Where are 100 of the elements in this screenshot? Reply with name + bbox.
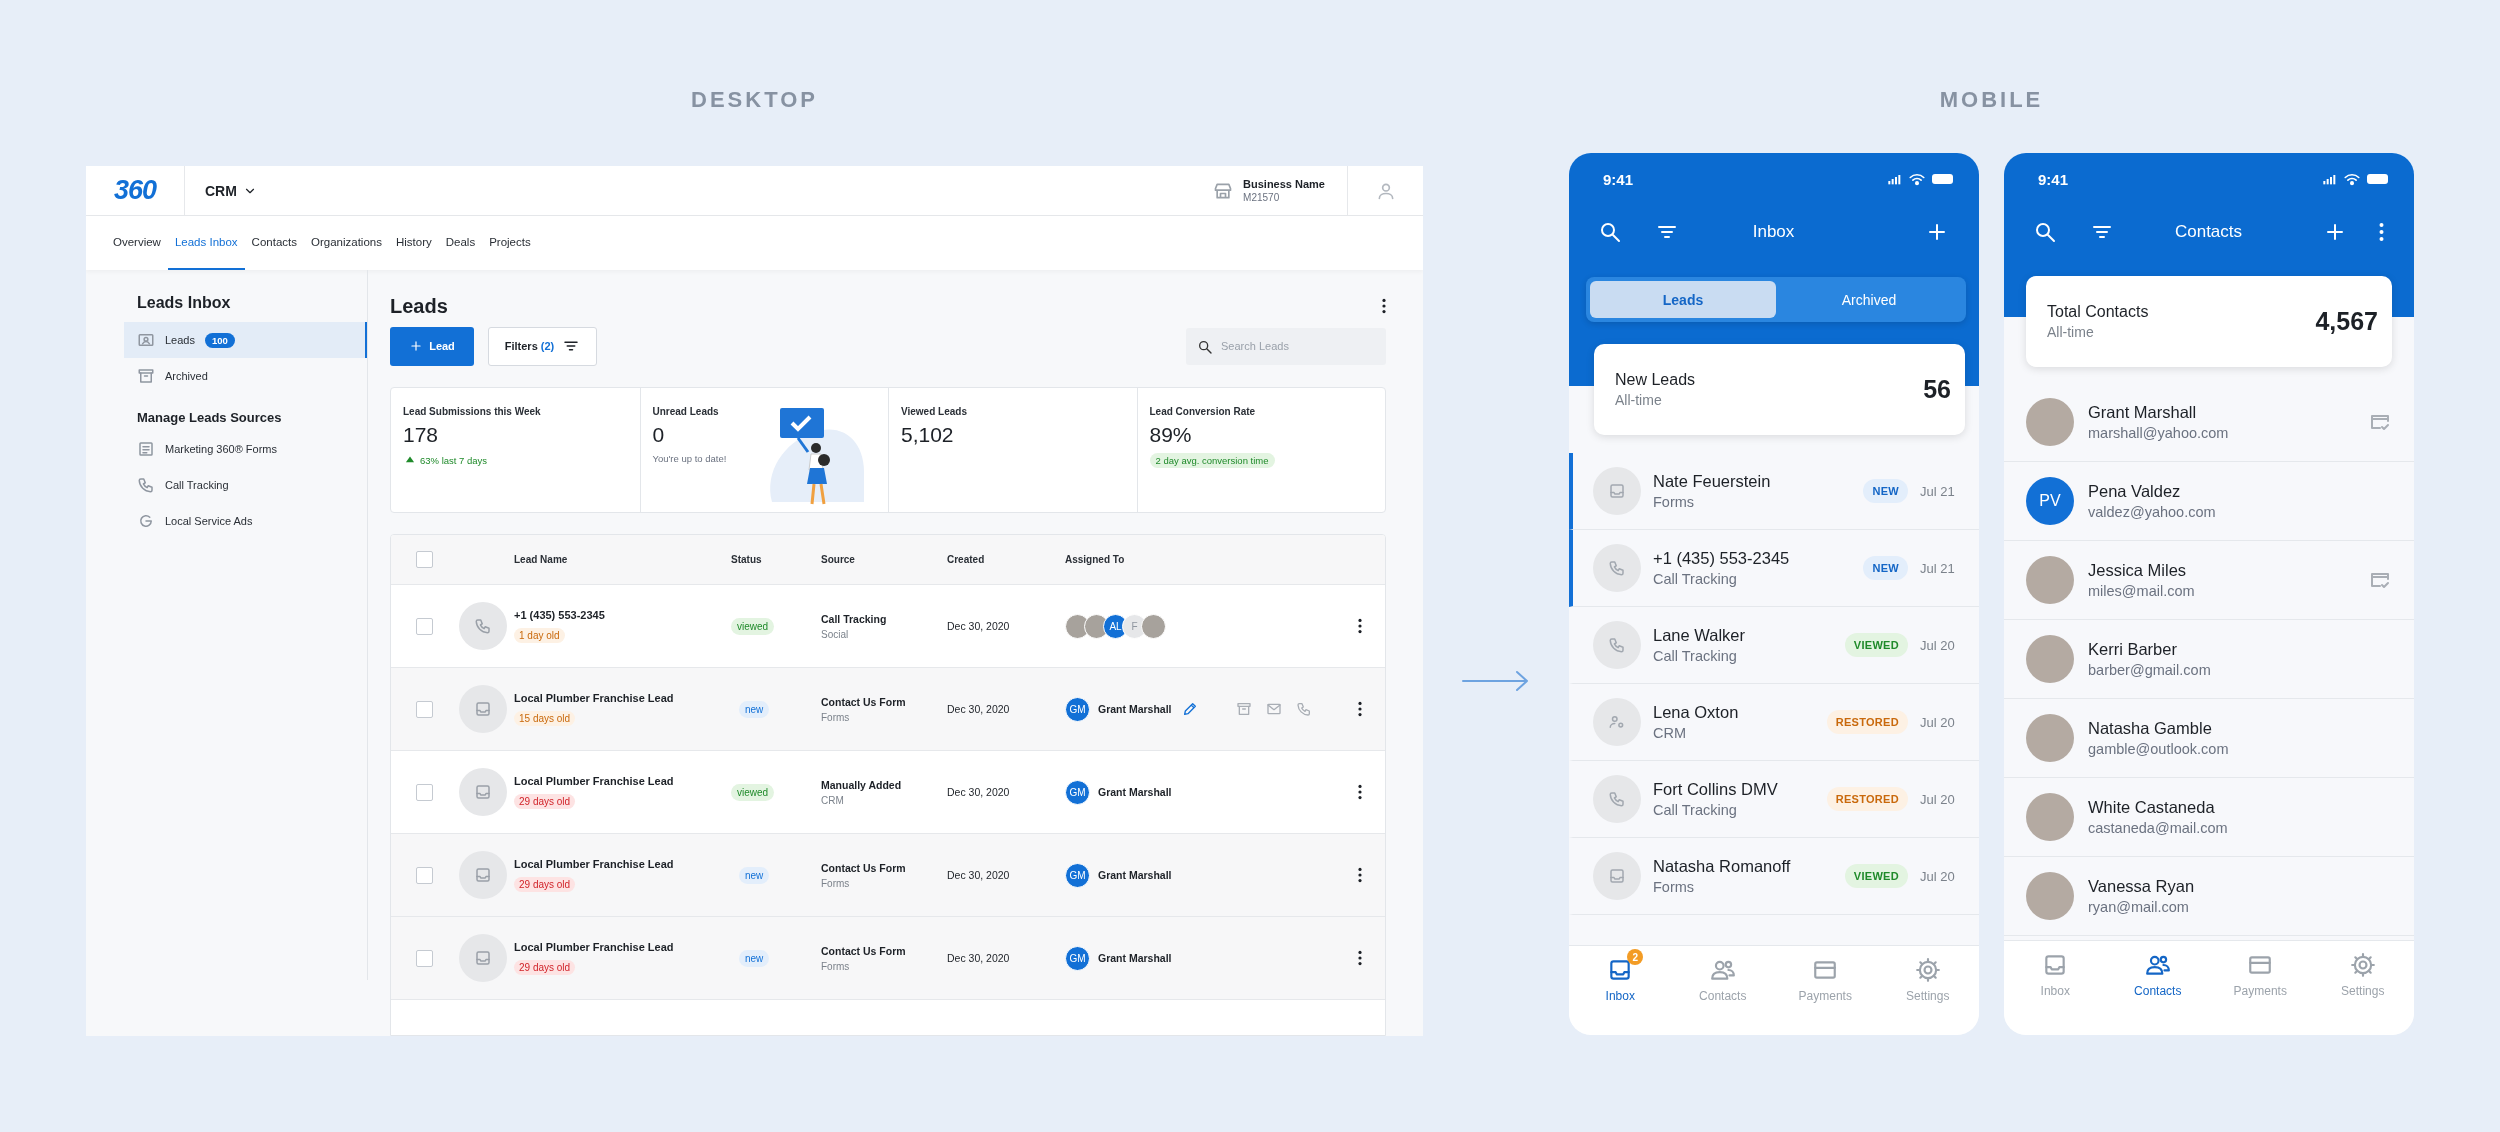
- contact-row[interactable]: Vanessa Ryan ryan@mail.com: [2004, 857, 2414, 936]
- person-gear-icon: [1608, 713, 1626, 731]
- select-all-checkbox[interactable]: [416, 551, 433, 568]
- lead-name: Fort Collins DMV: [1653, 780, 1779, 799]
- inbox-icon: [474, 700, 492, 718]
- lead-name[interactable]: Local Plumber Franchise Lead: [514, 692, 674, 704]
- sidebar-item[interactable]: Leads 100: [124, 322, 367, 358]
- segment-tab[interactable]: Archived: [1776, 281, 1962, 318]
- more-icon: [1358, 784, 1362, 800]
- settings-icon: [2349, 952, 2376, 978]
- status-tag: NEW: [1863, 556, 1908, 580]
- tab-bar-item[interactable]: 2 Inbox: [1569, 946, 1672, 1007]
- lead-source: Forms: [1653, 879, 1696, 895]
- lead-date: Jul 21: [1920, 483, 1956, 499]
- status-tag: VIEWED: [1844, 633, 1908, 657]
- avatar-photo-placeholder: [2026, 556, 2074, 604]
- business-name: Business Name: [1243, 178, 1325, 190]
- contact-name: Pena Valdez: [2088, 482, 2182, 501]
- plus-icon: [409, 339, 424, 353]
- age-tag: 29 days old: [514, 960, 576, 975]
- nav-tab[interactable]: Projects: [482, 216, 538, 270]
- inbox-icon: [474, 866, 492, 884]
- more-button[interactable]: [1358, 784, 1362, 800]
- edit-button[interactable]: [1181, 701, 1198, 717]
- stat-pill: 2 day avg. conversion time: [1149, 453, 1275, 468]
- lead-source: Call Tracking: [1653, 648, 1738, 664]
- lead-name[interactable]: Local Plumber Franchise Lead: [514, 941, 674, 953]
- lead-row[interactable]: +1 (435) 553-2345 Call Tracking NEW Jul 21: [1569, 530, 1979, 607]
- contact-email: barber@gmail.com: [2088, 662, 2212, 678]
- age-tag: 15 days old: [514, 711, 576, 726]
- lead-name: +1 (435) 553-2345: [1653, 549, 1791, 568]
- sidebar-item[interactable]: Marketing 360® Forms: [124, 431, 367, 467]
- lead-row[interactable]: Fort Collins DMV Call Tracking RESTORED Jul 20: [1569, 761, 1979, 838]
- stat-label: Unread Leads: [652, 406, 720, 417]
- contact-row[interactable]: Kerri Barber barber@gmail.com: [2004, 620, 2414, 699]
- contact-row[interactable]: PV Pena Valdez valdez@yahoo.com: [2004, 462, 2414, 541]
- lead-name[interactable]: +1 (435) 553-2345: [514, 609, 605, 621]
- created-date: Dec 30, 2020: [947, 952, 1011, 964]
- sidebar-item[interactable]: Call Tracking: [124, 467, 367, 503]
- nav-tab[interactable]: Contacts: [244, 216, 304, 270]
- section-title: Manage Leads Sources: [137, 410, 283, 425]
- logo[interactable]: 360: [113, 175, 157, 206]
- right-arrow-icon: [1461, 669, 1531, 693]
- contact-row[interactable]: White Castaneda castaneda@mail.com: [2004, 778, 2414, 857]
- sidebar-item[interactable]: Archived: [124, 358, 367, 394]
- source-name: Contact Us Form: [821, 695, 907, 708]
- lead-row[interactable]: Nate Feuerstein Forms NEW Jul 21: [1569, 453, 1979, 530]
- more-button[interactable]: [1358, 618, 1362, 634]
- summary-title: Total Contacts: [2047, 303, 2149, 321]
- app-switcher[interactable]: CRM: [205, 166, 257, 215]
- segment-tab[interactable]: Leads: [1590, 281, 1776, 318]
- row-checkbox[interactable]: [416, 949, 433, 967]
- lead-name[interactable]: Local Plumber Franchise Lead: [514, 858, 674, 870]
- status-tag: RESTORED: [1826, 787, 1908, 811]
- contact-name: Jessica Miles: [2088, 561, 2188, 580]
- row-checkbox[interactable]: [416, 617, 433, 635]
- stat-value: 178: [403, 423, 440, 447]
- age-tag: 1 day old: [514, 628, 565, 643]
- lead-row[interactable]: Lena Oxton CRM RESTORED Jul 20: [1569, 684, 1979, 761]
- nav-tab[interactable]: Organizations: [304, 216, 389, 270]
- tab-bar-item[interactable]: Contacts: [2106, 941, 2209, 1002]
- contact-row[interactable]: Grant Marshall marshall@yahoo.com: [2004, 383, 2414, 462]
- stat-note: You're up to date!: [652, 453, 727, 464]
- more-icon: [2379, 221, 2384, 242]
- row-checkbox[interactable]: [416, 783, 433, 801]
- contact-row[interactable]: Jessica Miles miles@mail.com: [2004, 541, 2414, 620]
- lead-row[interactable]: Natasha Romanoff Forms VIEWED Jul 20: [1569, 838, 1979, 915]
- more-button[interactable]: [1382, 298, 1386, 314]
- avatar-photo-placeholder: [2026, 398, 2074, 446]
- nav-tab[interactable]: Overview: [106, 216, 168, 270]
- more-button[interactable]: [1358, 701, 1362, 717]
- nav-tab[interactable]: History: [388, 216, 439, 270]
- more-button[interactable]: [1358, 950, 1362, 966]
- sidebar-item-label: Call Tracking: [165, 479, 229, 491]
- screen-title: Inbox: [1752, 221, 1795, 242]
- column-header: Lead Name: [513, 554, 569, 565]
- source-type: Forms: [821, 960, 851, 972]
- nav-tab[interactable]: Leads Inbox: [167, 216, 245, 270]
- avatar-photo-placeholder: [2026, 714, 2074, 762]
- nav-tab[interactable]: Deals: [438, 216, 483, 270]
- status-time: 9:41: [2038, 170, 2069, 188]
- artboard-label: MOBILE: [1939, 87, 2044, 113]
- phone-icon: [1608, 790, 1626, 808]
- age-tag: 29 days old: [514, 877, 576, 892]
- sidebar-item[interactable]: Local Service Ads: [124, 503, 367, 539]
- artboard-label: DESKTOP: [691, 87, 818, 113]
- filters-button[interactable]: Filters (2): [488, 326, 597, 366]
- add-lead-button[interactable]: Lead: [390, 326, 474, 366]
- search-field[interactable]: Search Leads: [1186, 327, 1386, 365]
- contact-name: Vanessa Ryan: [2088, 877, 2196, 896]
- contact-name: White Castaneda: [2088, 798, 2216, 817]
- row-checkbox[interactable]: [416, 866, 433, 884]
- lead-name[interactable]: Local Plumber Franchise Lead: [514, 775, 674, 787]
- row-checkbox[interactable]: [416, 700, 433, 718]
- sidebar-item-label: Marketing 360® Forms: [165, 443, 278, 455]
- lead-row[interactable]: Lane Walker Call Tracking VIEWED Jul 20: [1569, 607, 1979, 684]
- more-button[interactable]: [1358, 867, 1362, 883]
- inbox-icon: [1608, 867, 1626, 885]
- contact-name: Grant Marshall: [2088, 403, 2198, 422]
- contact-row[interactable]: Natasha Gamble gamble@outlook.com: [2004, 699, 2414, 778]
